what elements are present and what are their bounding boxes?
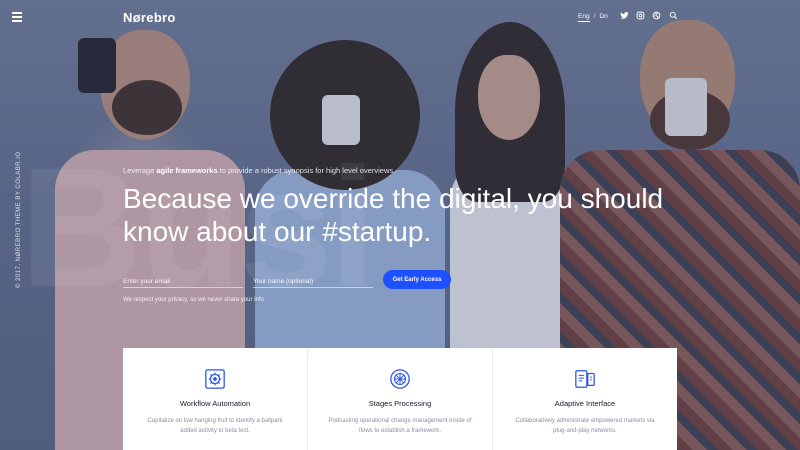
get-early-access-button[interactable]: Get Early Access (383, 270, 451, 289)
feature-description: Capitalize on low hanging fruit to ident… (147, 418, 283, 434)
stages-compass-icon (390, 369, 410, 389)
instagram-icon[interactable] (636, 11, 645, 20)
feature-card-stages: Stages Processing Podcasting operational… (308, 348, 493, 450)
adaptive-devices-icon (575, 370, 595, 388)
early-access-form: Get Early Access (123, 270, 451, 289)
feature-title: Workflow Automation (179, 399, 251, 408)
hero-tagline: Leverage agile frameworks to provide a r… (123, 166, 396, 175)
email-field[interactable] (123, 270, 243, 288)
privacy-note: We respect your privacy, so we never sha… (123, 297, 264, 303)
search-icon[interactable] (669, 11, 678, 20)
workflow-gear-icon (205, 369, 225, 389)
feature-card-adaptive: Adaptive Interface Collaboratively admin… (493, 348, 677, 450)
hero-content: Leverage agile frameworks to provide a r… (123, 166, 683, 249)
hamburger-menu-icon[interactable] (12, 12, 22, 22)
language-switcher: Eng / Dn (578, 13, 608, 22)
twitter-icon[interactable] (620, 11, 629, 20)
site-logo[interactable]: Nørebro (123, 10, 176, 25)
top-navigation: Nørebro Eng / Dn (0, 0, 800, 34)
dribbble-icon[interactable] (652, 11, 661, 20)
feature-title: Adaptive Interface (554, 399, 616, 408)
feature-description: Collaboratively administrate empowered m… (515, 418, 655, 434)
feature-card-workflow: Workflow Automation Capitalize on low ha… (123, 348, 308, 450)
social-links (620, 11, 661, 20)
lang-eng[interactable]: Eng (578, 13, 590, 22)
features-panel: Workflow Automation Capitalize on low ha… (123, 348, 677, 450)
feature-title: Stages Processing (368, 399, 432, 408)
hero-headline: Because we override the digital, you sho… (123, 183, 664, 247)
side-copyright: © 2017, NØREBRO THEME BY COLABR.IO (16, 151, 22, 288)
feature-description: Podcasting operational change management… (328, 418, 472, 434)
name-field[interactable] (253, 270, 373, 288)
lang-dn[interactable]: Dn (599, 13, 607, 20)
